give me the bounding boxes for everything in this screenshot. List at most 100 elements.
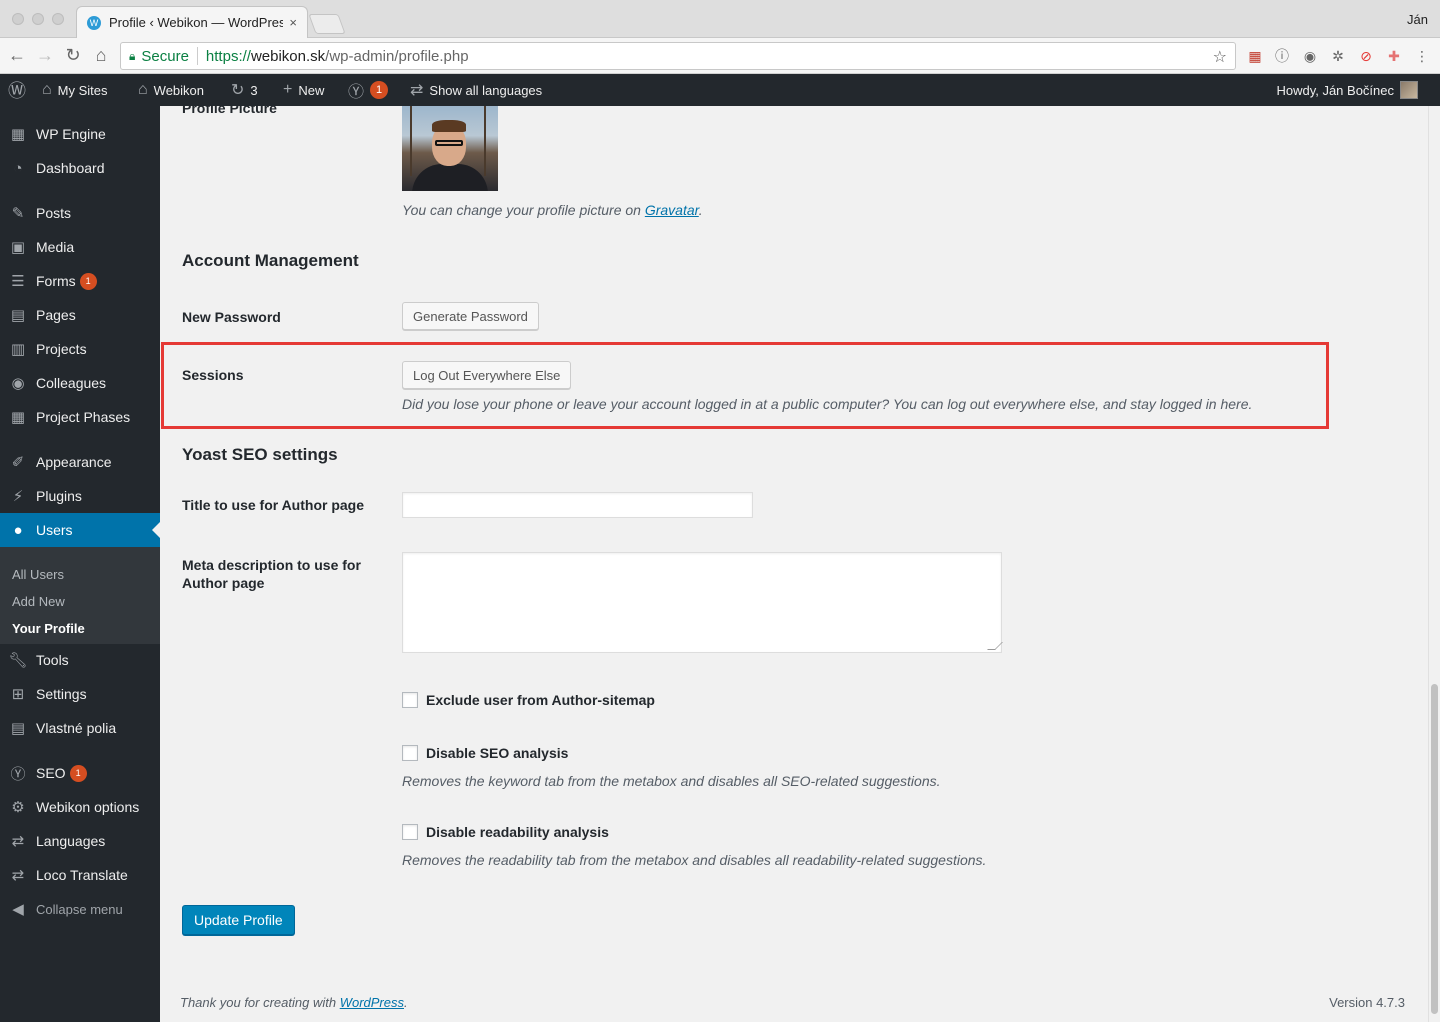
my-account-menu[interactable]: Howdy, Ján Bočínec: [1276, 74, 1418, 106]
submenu-all-users[interactable]: All Users: [12, 567, 64, 582]
disable-readability-row[interactable]: Disable readability analysis: [402, 824, 609, 840]
disable-readability-checkbox[interactable]: [402, 824, 418, 840]
url-divider: [196, 47, 198, 65]
sidebar-item-media[interactable]: ▣ Media: [0, 230, 160, 264]
forms-badge: 1: [79, 272, 97, 290]
disable-seo-row[interactable]: Disable SEO analysis: [402, 745, 568, 761]
submenu-add-new[interactable]: Add New: [12, 594, 65, 609]
home-icon[interactable]: ⌂: [90, 45, 112, 65]
updates-icon: ↻: [231, 82, 245, 99]
sidebar-item-tools[interactable]: 🔧︎ Tools: [0, 643, 160, 677]
resize-grip-icon[interactable]: [987, 642, 1003, 650]
update-profile-button[interactable]: Update Profile: [182, 905, 295, 935]
sidebar-item-pages[interactable]: ▤ Pages: [0, 298, 160, 332]
languages-label: Show all languages: [429, 82, 543, 98]
footer-version: Version 4.7.3: [1329, 995, 1405, 1010]
reload-icon[interactable]: ↻: [62, 45, 84, 65]
updates-menu[interactable]: ↻ 3: [231, 74, 258, 106]
sidebar-item-vlastne-polia[interactable]: ▤ Vlastné polia: [0, 711, 160, 745]
address-bar[interactable]: 🔒︎ Secure https:// webikon.sk /wp-admin/…: [120, 42, 1236, 70]
yoast-menu[interactable]: Ⓨ 1: [348, 74, 389, 106]
yoast-icon: Ⓨ: [348, 84, 365, 101]
site-name-menu[interactable]: ⌂ Webikon: [138, 74, 204, 106]
info-extension-icon[interactable]: ⓘ: [1274, 48, 1290, 64]
seo-badge: 1: [69, 764, 87, 782]
sidebar-item-label: Users: [36, 522, 73, 538]
admin-sidebar: ▦ WP Engine ◔ Dashboard ✎ Posts ▣ Media ☰ For…: [0, 106, 160, 1022]
sidebar-item-loco-translate[interactable]: ⇄ Loco Translate: [0, 858, 160, 892]
new-tab-button[interactable]: [308, 14, 346, 34]
new-password-label: New Password: [182, 309, 281, 325]
meta-description-textarea[interactable]: [402, 552, 1003, 653]
sidebar-collapse-menu[interactable]: ◀ Collapse menu: [0, 892, 160, 926]
block-extension-icon[interactable]: ⊘: [1358, 48, 1374, 64]
translate-icon: ⇄: [11, 833, 25, 850]
exclude-sitemap-checkbox[interactable]: [402, 692, 418, 708]
tab-close-icon[interactable]: ×: [289, 15, 297, 30]
bookmark-star-icon[interactable]: ☆: [1213, 47, 1227, 67]
exclude-sitemap-row[interactable]: Exclude user from Author-sitemap: [402, 692, 655, 708]
gravatar-link[interactable]: Gravatar: [645, 202, 699, 218]
sidebar-item-users[interactable]: ● Users: [0, 513, 160, 547]
site-name-label: Webikon: [153, 82, 205, 98]
disable-seo-checkbox[interactable]: [402, 745, 418, 761]
gear-extension-icon[interactable]: ✲: [1330, 48, 1346, 64]
flame-extension-icon[interactable]: ◉: [1302, 48, 1318, 64]
browser-profile-name[interactable]: Ján: [1407, 12, 1428, 27]
sidebar-item-languages[interactable]: ⇄ Languages: [0, 824, 160, 858]
browser-toolbar: ← → ↻ ⌂ 🔒︎ Secure https:// webikon.sk /w…: [0, 38, 1440, 74]
wordpress-logo-icon[interactable]: Ⓦ: [8, 74, 32, 106]
sidebar-item-projects[interactable]: ▥ Projects: [0, 332, 160, 366]
page-scrollbar[interactable]: [1428, 106, 1440, 1022]
sidebar-item-dashboard[interactable]: ◔ Dashboard: [0, 151, 160, 185]
author-title-input[interactable]: [402, 492, 753, 518]
sessions-highlight-box: [161, 342, 1329, 429]
log-out-everywhere-button[interactable]: Log Out Everywhere Else: [402, 361, 572, 389]
my-sites-menu[interactable]: ⌂ My Sites: [42, 74, 108, 106]
meta-description-label-line1: Meta description to use for: [182, 557, 361, 573]
sidebar-item-label: Webikon options: [36, 799, 140, 815]
sidebar-item-webikon-options[interactable]: ⚙ Webikon options: [0, 790, 160, 824]
zoom-window-button[interactable]: [52, 13, 64, 25]
account-management-heading: Account Management: [182, 251, 359, 270]
pin-icon: ✎: [11, 205, 25, 222]
sidebar-item-posts[interactable]: ✎ Posts: [0, 196, 160, 230]
disable-readability-description: Removes the readability tab from the met…: [402, 852, 987, 868]
sidebar-item-label: Project Phases: [36, 409, 131, 425]
sidebar-item-label: WP Engine: [36, 126, 106, 142]
plus-icon: +: [283, 81, 293, 98]
sidebar-item-forms[interactable]: ☰ Forms 1: [0, 264, 160, 298]
calendar-extension-icon[interactable]: ▦: [1247, 48, 1263, 64]
submenu-your-profile[interactable]: Your Profile: [12, 621, 85, 636]
back-arrow-icon[interactable]: ←: [6, 45, 28, 65]
sidebar-item-label: Settings: [36, 686, 87, 702]
avatar: [1400, 81, 1418, 99]
sidebar-item-appearance[interactable]: ✐ Appearance: [0, 445, 160, 479]
sidebar-item-label: Plugins: [36, 488, 82, 504]
browser-menu-icon[interactable]: ⋮: [1414, 48, 1430, 64]
puzzle-extension-icon[interactable]: ✚: [1386, 48, 1402, 64]
sidebar-item-colleagues[interactable]: ◉ Colleagues: [0, 366, 160, 400]
pages-icon: ▤: [10, 307, 26, 324]
browser-tab-profile[interactable]: W Profile ‹ Webikon — WordPres ×: [76, 6, 308, 38]
close-window-button[interactable]: [12, 13, 24, 25]
generate-password-button[interactable]: Generate Password: [402, 302, 539, 330]
wordpress-favicon-icon: W: [87, 15, 101, 30]
sidebar-item-seo[interactable]: Ⓨ SEO 1: [0, 756, 160, 790]
sidebar-item-plugins[interactable]: ⚡ Plugins: [0, 479, 160, 513]
sidebar-item-label: Posts: [36, 205, 72, 221]
scrollbar-thumb[interactable]: [1431, 684, 1438, 1014]
forward-arrow-icon[interactable]: →: [34, 45, 56, 65]
my-sites-icon: ⌂: [42, 81, 52, 98]
gear-icon: ⚙: [11, 799, 25, 816]
languages-menu[interactable]: ⇄ Show all languages: [410, 74, 542, 106]
new-content-menu[interactable]: + New: [283, 74, 324, 106]
sidebar-item-project-phases[interactable]: ▦ Project Phases: [0, 400, 160, 434]
phases-icon: ▦: [10, 409, 26, 426]
sidebar-item-settings[interactable]: ⊞ Settings: [0, 677, 160, 711]
minimize-window-button[interactable]: [32, 13, 44, 25]
wrench-icon: 🔧︎: [8, 652, 28, 669]
wordpress-link[interactable]: WordPress: [340, 995, 404, 1010]
sidebar-item-label: Colleagues: [36, 375, 107, 391]
sidebar-item-wp-engine[interactable]: ▦ WP Engine: [0, 117, 160, 151]
